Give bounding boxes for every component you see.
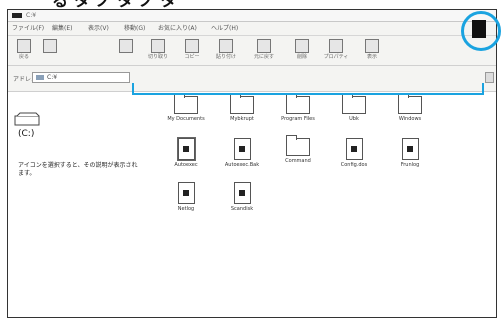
address-value: C:¥: [47, 74, 58, 81]
toolbar-views-button[interactable]: 表示: [358, 38, 386, 64]
up-icon: [119, 39, 133, 53]
toolbar-undo-button[interactable]: 元に戻す: [250, 38, 278, 64]
delete-icon: [295, 39, 309, 53]
list-item[interactable]: Windows: [382, 93, 438, 123]
callout-line: [132, 83, 484, 95]
menu-bar: ファイル(F) 編集(E) 表示(V) 移動(G) お気に入り(A) ヘルプ(H…: [8, 22, 496, 36]
menu-view[interactable]: 表示(V): [88, 22, 109, 36]
list-item[interactable]: Ubk: [326, 93, 382, 123]
folder-icon: [342, 93, 366, 114]
folder-icon: [174, 93, 198, 114]
file-icon: [233, 138, 251, 160]
toolbar-forward-button[interactable]: [36, 38, 64, 64]
list-item[interactable]: Frunlog: [382, 138, 438, 169]
address-dropdown-button[interactable]: [485, 72, 494, 83]
menu-file[interactable]: ファイル(F): [12, 22, 44, 36]
list-item[interactable]: Config.dos: [326, 138, 382, 169]
file-icon: [345, 138, 363, 160]
folder-icon: [286, 93, 310, 114]
title-bar: C:¥: [8, 10, 496, 22]
folder-icon: [398, 93, 422, 114]
drive-label: (C:): [18, 129, 35, 139]
hard-drive-icon: [14, 112, 40, 126]
copy-icon: [185, 39, 199, 53]
window-icon: [12, 13, 22, 18]
file-list: My Documents Mybkrupt Program Files Ubk …: [156, 92, 496, 317]
menu-go[interactable]: 移動(G): [124, 22, 145, 36]
toolbar-paste-button[interactable]: 貼り付け: [212, 38, 240, 64]
forward-icon: [43, 39, 57, 53]
list-item[interactable]: Netlog: [158, 182, 214, 213]
toolbar-cut-button[interactable]: 切り取り: [144, 38, 172, 64]
left-pane: (C:) アイコンを選択すると、その説明が表示されます。: [8, 92, 156, 317]
text-file-icon: [233, 182, 251, 204]
back-icon: [17, 39, 31, 53]
text-file-icon: [177, 182, 195, 204]
list-item[interactable]: Autoexec: [158, 137, 214, 169]
list-item[interactable]: Command: [270, 135, 326, 165]
toolbar-properties-button[interactable]: プロパティ: [322, 38, 350, 64]
menu-favorites[interactable]: お気に入り(A): [158, 22, 197, 36]
toolbar: 戻る 切り取り コピー 貼り付け 元に戻す 削除 プロパティ 表示: [8, 36, 496, 66]
cut-icon: [151, 39, 165, 53]
explorer-window: C:¥ ファイル(F) 編集(E) 表示(V) 移動(G) お気に入り(A) ヘ…: [7, 9, 497, 318]
window-title: C:¥: [26, 12, 37, 19]
menu-edit[interactable]: 編集(E): [52, 22, 72, 36]
drive-icon: [36, 75, 44, 80]
menu-help[interactable]: ヘルプ(H): [211, 22, 238, 36]
toolbar-delete-button[interactable]: 削除: [288, 38, 316, 64]
toolbar-copy-button[interactable]: コピー: [178, 38, 206, 64]
callout-circle: [461, 11, 501, 51]
list-item[interactable]: Program Files: [270, 93, 326, 123]
paste-icon: [219, 39, 233, 53]
toolbar-up-button[interactable]: [112, 38, 140, 64]
properties-icon: [329, 39, 343, 53]
list-item[interactable]: Mybkrupt: [214, 93, 270, 123]
folder-icon: [230, 93, 254, 114]
settings-file-icon: [176, 137, 196, 161]
text-file-icon: [401, 138, 419, 160]
list-item[interactable]: Autoexec.Bak: [214, 138, 270, 169]
list-item[interactable]: Scandisk: [214, 182, 270, 213]
address-input[interactable]: C:¥: [32, 72, 130, 83]
undo-icon: [257, 39, 271, 53]
views-icon: [365, 39, 379, 53]
left-pane-description: アイコンを選択すると、その説明が表示されます。: [18, 162, 138, 177]
toolbar-back-button[interactable]: 戻る: [10, 38, 38, 64]
page-heading-text: るタノタノタ: [52, 0, 183, 10]
list-item[interactable]: My Documents: [158, 93, 214, 123]
window-file-icon: [286, 135, 310, 156]
